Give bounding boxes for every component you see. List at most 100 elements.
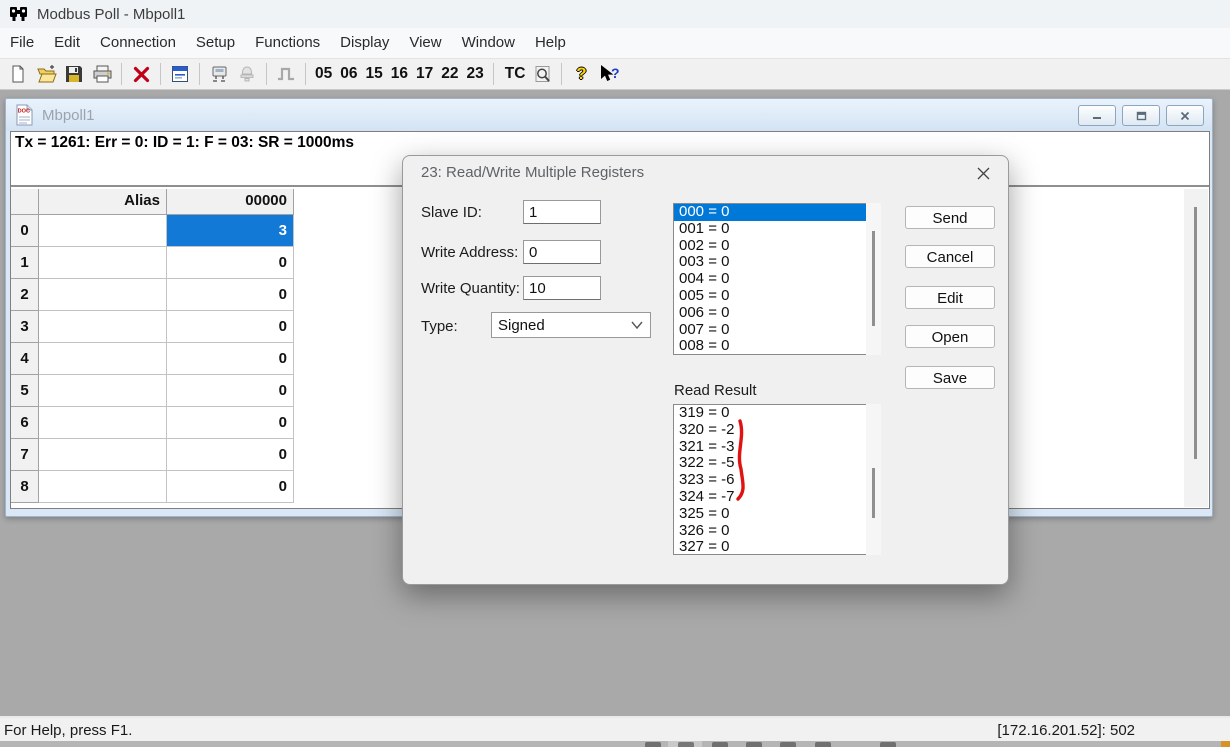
test-center-button[interactable]: TC [499,65,529,83]
scrollbar-thumb[interactable] [872,231,875,326]
grid-value-cell[interactable]: 0 [167,407,294,439]
grid-value-cell[interactable]: 0 [167,439,294,471]
write-register-item[interactable]: 006 = 0 [674,305,880,322]
grid-row-header[interactable]: 4 [11,343,39,375]
function-button[interactable]: 05 [311,65,336,83]
quit-connection-button[interactable] [128,61,154,87]
function-button[interactable]: 22 [437,65,462,83]
function-button[interactable]: 16 [387,65,412,83]
write-register-item[interactable]: 000 = 0 [674,204,880,221]
function-button[interactable]: 23 [463,65,488,83]
menu-item[interactable]: Connection [90,28,186,58]
read-result-item[interactable]: 321 = -3 [674,439,880,456]
taskbar-icon-partial[interactable] [880,742,896,747]
taskbar-icon-partial[interactable] [780,742,796,747]
single-poll-button-disabled[interactable] [273,61,299,87]
read-result-item[interactable]: 327 = 0 [674,539,880,555]
taskbar-icon-partial[interactable] [1221,741,1230,747]
taskbar-icon-partial[interactable] [712,742,728,747]
grid-value-cell[interactable]: 0 [167,247,294,279]
write-register-item[interactable]: 001 = 0 [674,221,880,238]
menu-item[interactable]: File [0,28,44,58]
taskbar-icon-partial[interactable] [815,742,831,747]
grid-row-header[interactable]: 7 [11,439,39,471]
write-register-item[interactable]: 004 = 0 [674,271,880,288]
send-button[interactable]: Send [905,206,995,229]
write-register-item[interactable]: 008 = 0 [674,338,880,355]
type-select[interactable]: Signed [491,312,651,338]
menu-item[interactable]: View [399,28,451,58]
write-quantity-input[interactable] [523,276,601,300]
grid-alias-cell[interactable] [39,471,167,503]
print-button[interactable] [89,61,115,87]
grid-alias-cell[interactable] [39,343,167,375]
scrollbar-thumb[interactable] [1194,207,1197,459]
read-list-scrollbar[interactable] [866,404,881,555]
save-button[interactable] [61,61,87,87]
read-write-definition-button[interactable] [167,61,193,87]
menu-item[interactable]: Functions [245,28,330,58]
open-file-button[interactable] [33,61,59,87]
read-result-item[interactable]: 324 = -7 [674,489,880,506]
communication-traffic-button[interactable] [206,61,232,87]
grid-row-header[interactable]: 2 [11,279,39,311]
menu-item[interactable]: Window [452,28,525,58]
grid-row-header[interactable]: 5 [11,375,39,407]
open-button[interactable]: Open [905,325,995,348]
grid-alias-header[interactable]: Alias [39,189,167,215]
context-help-button[interactable]: ? [596,61,622,87]
close-window-button[interactable] [1166,105,1204,126]
grid-value-cell[interactable]: 3 [167,215,294,247]
grid-register-header[interactable]: 00000 [167,189,294,215]
grid-value-cell[interactable]: 0 [167,343,294,375]
grid-alias-cell[interactable] [39,375,167,407]
function-button[interactable]: 17 [412,65,437,83]
document-titlebar[interactable]: DOC Mbpoll1 [6,99,1212,131]
grid-value-cell[interactable]: 0 [167,375,294,407]
slave-id-input[interactable] [523,200,601,224]
write-register-item[interactable]: 002 = 0 [674,238,880,255]
help-button[interactable]: ? [568,61,594,87]
minimize-button[interactable] [1078,105,1116,126]
menu-item[interactable]: Help [525,28,576,58]
menu-item[interactable]: Display [330,28,399,58]
read-result-item[interactable]: 319 = 0 [674,405,880,422]
read-result-item[interactable]: 322 = -5 [674,455,880,472]
scrollbar-thumb[interactable] [872,468,875,518]
grid-alias-cell[interactable] [39,439,167,471]
dialog-close-button[interactable] [972,162,994,184]
read-result-item[interactable]: 320 = -2 [674,422,880,439]
menu-item[interactable]: Edit [44,28,90,58]
cancel-button[interactable]: Cancel [905,245,995,268]
grid-row-header[interactable]: 0 [11,215,39,247]
document-vertical-scrollbar[interactable] [1184,189,1208,507]
grid-alias-cell[interactable] [39,247,167,279]
taskbar-icon-partial[interactable] [678,742,694,747]
grid-alias-cell[interactable] [39,279,167,311]
read-result-item[interactable]: 325 = 0 [674,506,880,523]
log-button-disabled[interactable] [234,61,260,87]
function-button[interactable]: 15 [362,65,387,83]
edit-button[interactable]: Edit [905,286,995,309]
grid-alias-cell[interactable] [39,215,167,247]
save-dialog-button[interactable]: Save [905,366,995,389]
grid-value-cell[interactable]: 0 [167,471,294,503]
new-file-button[interactable] [5,61,31,87]
write-register-item[interactable]: 007 = 0 [674,322,880,339]
read-result-item[interactable]: 323 = -6 [674,472,880,489]
grid-row-header[interactable]: 6 [11,407,39,439]
write-register-item[interactable]: 003 = 0 [674,254,880,271]
grid-value-cell[interactable]: 0 [167,311,294,343]
taskbar-icon-partial[interactable] [645,742,661,747]
write-list-scrollbar[interactable] [866,203,881,355]
write-address-input[interactable] [523,240,601,264]
grid-row-header[interactable]: 8 [11,471,39,503]
write-register-item[interactable]: 005 = 0 [674,288,880,305]
menu-item[interactable]: Setup [186,28,245,58]
read-result-item[interactable]: 326 = 0 [674,523,880,540]
restore-button[interactable] [1122,105,1160,126]
display-communication-button[interactable] [529,61,555,87]
grid-alias-cell[interactable] [39,407,167,439]
function-button[interactable]: 06 [336,65,361,83]
grid-value-cell[interactable]: 0 [167,279,294,311]
